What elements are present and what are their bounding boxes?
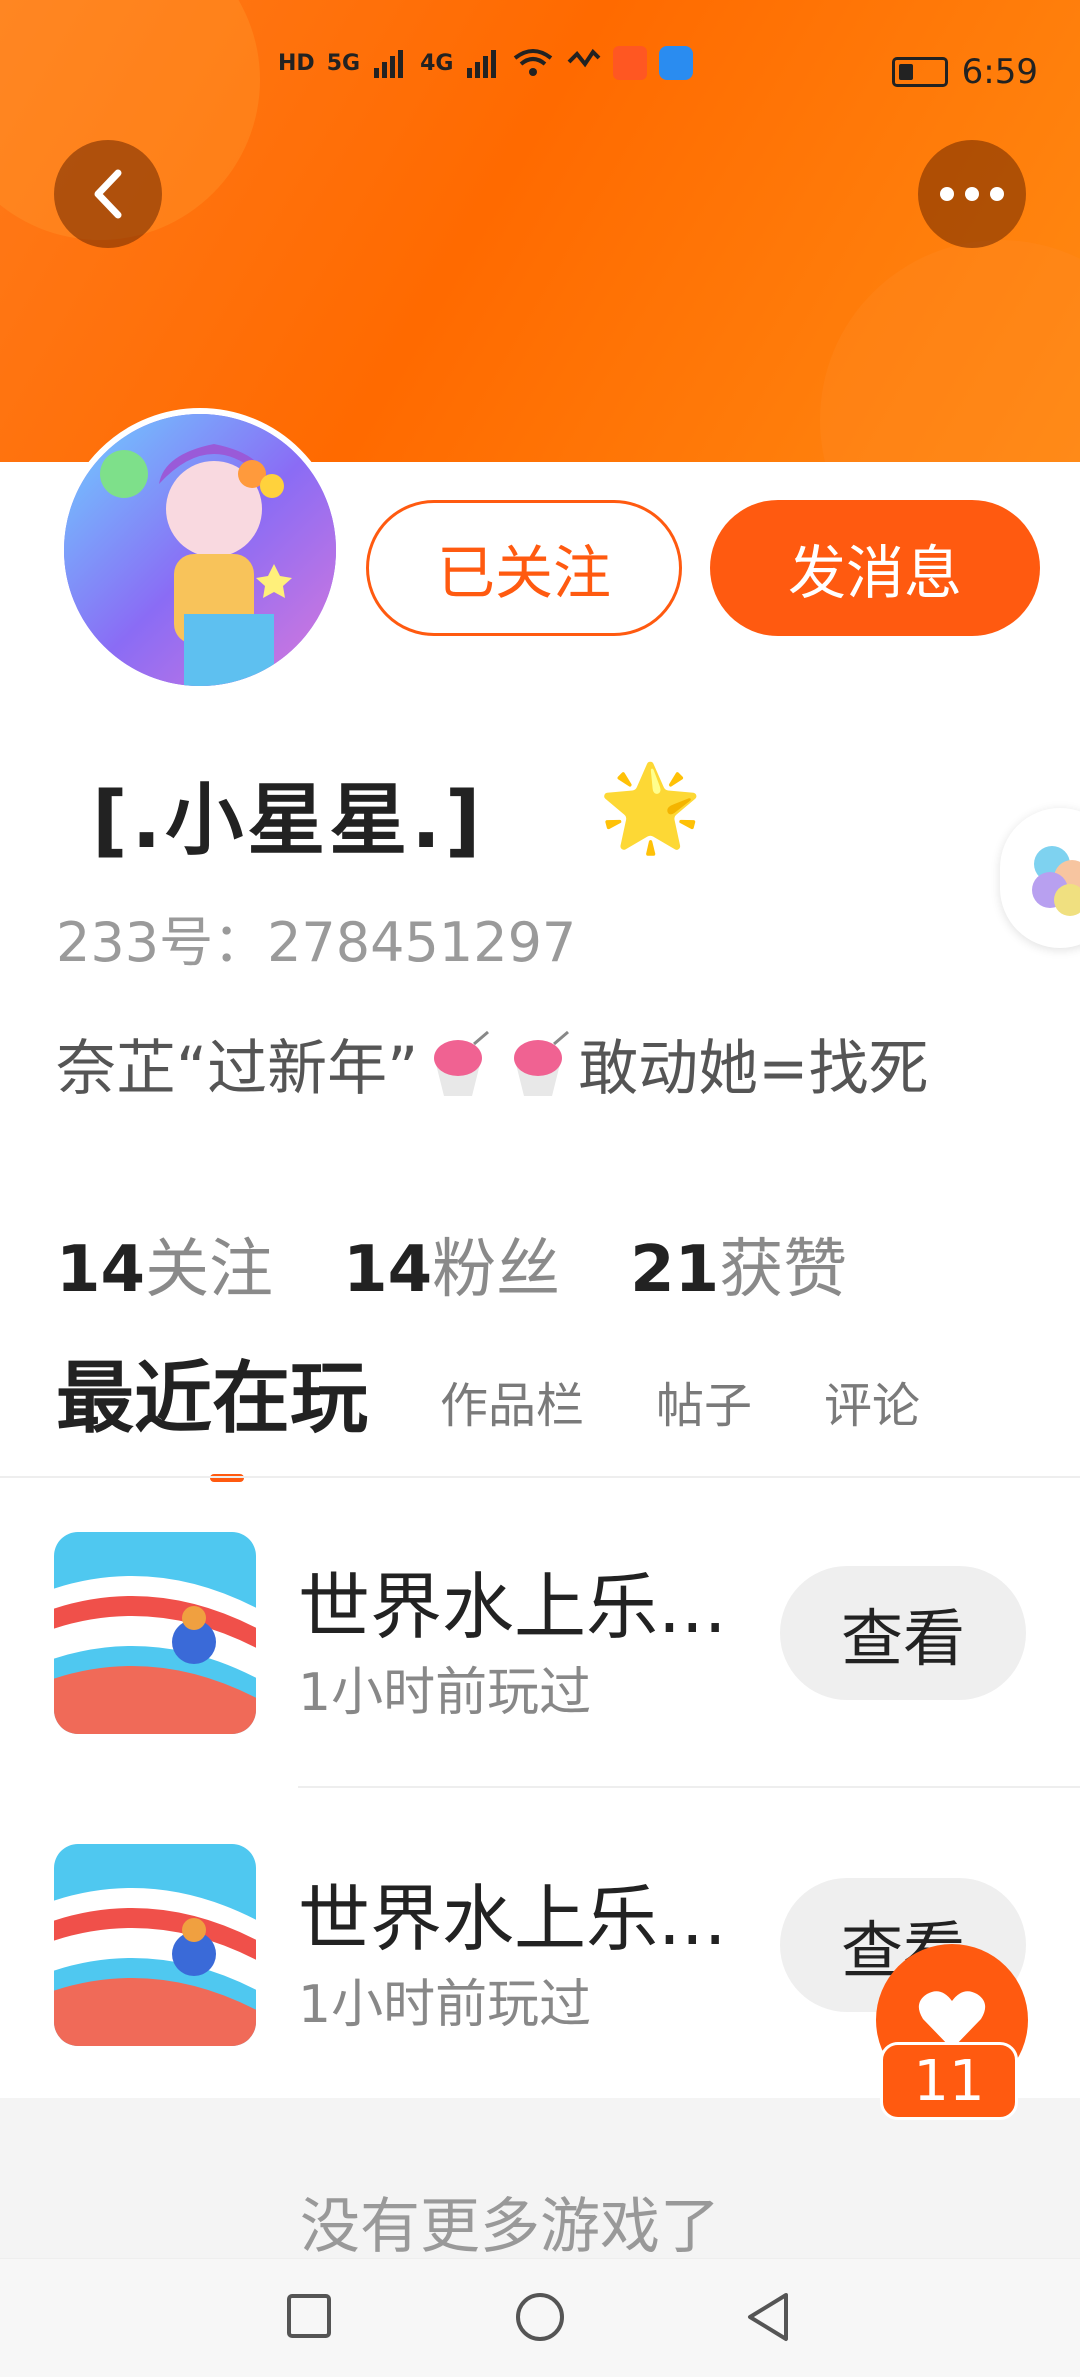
signal-icon-2 [467,50,497,78]
flower-icon [1032,846,1080,916]
tab-posts[interactable]: 帖子 [656,1366,752,1448]
game-list-item[interactable]: 世界水上乐... 1小时前玩过 查看 [0,1532,1080,1772]
stat-following[interactable]: 14关注 [56,1218,273,1310]
floating-side-bubble[interactable] [1000,808,1080,948]
tab-label: 最近在玩 [56,1354,369,1444]
home-icon[interactable] [514,2291,566,2343]
system-nav-bar [0,2258,1080,2377]
send-message-button[interactable]: 发消息 [710,500,1040,636]
game-title: 世界水上乐... [298,1877,727,1961]
profile-tabs: 最近在玩 作品栏 帖子 评论 [56,1354,920,1482]
shaved-ice-icon [502,1028,574,1100]
5g-icon: 5G [326,50,361,76]
stat-count: 14 [343,1233,433,1307]
divider [298,1786,1080,1788]
stat-count: 21 [630,1233,720,1307]
heart-rate-icon [568,48,601,68]
game-played-time: 1小时前玩过 [298,1975,592,2035]
no-more-games-text: 没有更多游戏了 [300,2192,720,2262]
wifi-icon [514,49,553,76]
stat-label: 粉丝 [432,1233,561,1307]
like-count-badge: 11 [880,2042,1018,2120]
bio-text-start: 奈芷“过新年” [56,1034,419,1104]
star-badge-icon: 🌟 [598,758,703,856]
more-button[interactable] [918,140,1026,248]
recent-apps-icon[interactable] [286,2293,332,2339]
avatar[interactable] [58,408,342,692]
tab-works[interactable]: 作品栏 [440,1366,584,1448]
status-icons: HD 5G 4G [278,46,694,80]
tab-recent-play[interactable]: 最近在玩 [56,1336,369,1482]
hd-icon: HD [278,50,315,76]
battery-icon [891,57,948,87]
profile-name: [.小星星.] [92,776,485,866]
status-bar: HD 5G 4G 6:59 [0,40,1080,110]
avatar-illustration [64,414,336,686]
user-id: 233号：278451297 [56,911,577,974]
stat-fans[interactable]: 14粉丝 [343,1218,560,1310]
status-time: 6:59 [961,52,1038,92]
game-title: 世界水上乐... [298,1565,727,1649]
tab-comments[interactable]: 评论 [824,1366,920,1448]
divider [0,1476,1080,1478]
game-thumbnail [54,1844,256,2046]
stat-count: 14 [56,1233,146,1307]
game-thumbnail [54,1532,256,1734]
back-nav-icon[interactable] [744,2291,792,2343]
stat-label: 关注 [145,1233,274,1307]
game-played-time: 1小时前玩过 [298,1663,592,1723]
following-button[interactable]: 已关注 [366,500,682,636]
stat-likes[interactable]: 21获赞 [630,1218,847,1310]
profile-stats: 14关注 14粉丝 21获赞 [56,1218,847,1310]
bio-text-end: 敢动她=找死 [578,1034,929,1104]
4g-icon: 4G [420,50,454,76]
stat-label: 获赞 [719,1233,848,1307]
download-app-icon [613,46,648,80]
browser-app-icon [659,46,694,80]
chevron-left-icon [94,169,122,219]
more-dots-icon [940,187,1004,201]
profile-bio: 奈芷“过新年” 敢动她=找死 [56,1020,928,1107]
status-right: 6:59 [891,52,1038,92]
view-game-button[interactable]: 查看 [780,1566,1026,1700]
signal-icon [374,50,404,78]
shaved-ice-icon [422,1028,494,1100]
back-button[interactable] [54,140,162,248]
